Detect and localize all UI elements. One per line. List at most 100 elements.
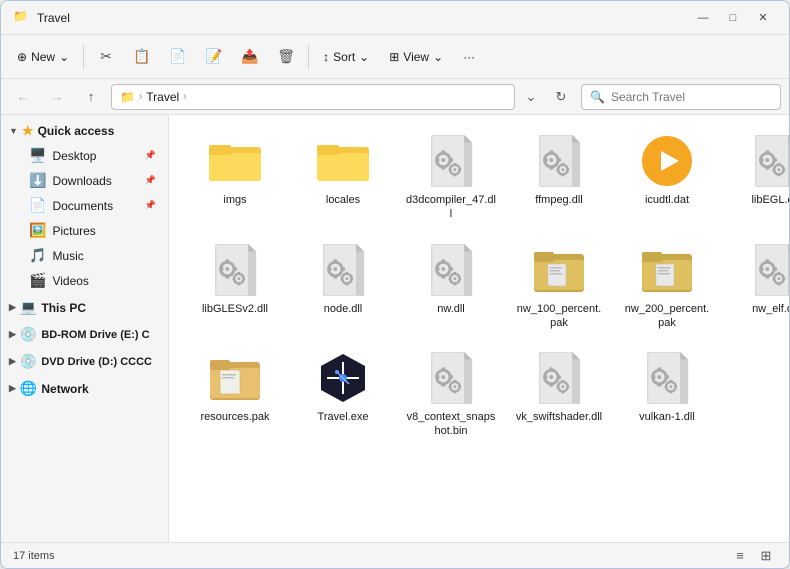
desktop-icon: 🖥️ (29, 147, 46, 164)
file-item-libGLES[interactable]: libGLESv2.dll (185, 236, 285, 337)
up-button[interactable]: ↑ (77, 83, 105, 111)
refresh-button[interactable]: ↻ (547, 83, 575, 111)
file-item-vulkan[interactable]: vulkan-1.dll (617, 344, 717, 445)
bdrom-header[interactable]: ▶ 💿 BD-ROM Drive (E:) C (1, 322, 168, 347)
bdrom-icon: 💿 (20, 326, 37, 343)
rename-button[interactable]: 📝 (198, 41, 230, 73)
file-name-nw200: nw_200_percent.pak (622, 302, 712, 331)
file-icon-node (315, 242, 371, 298)
maximize-button[interactable]: □ (719, 6, 747, 30)
sidebar-section-quick-access: ▼ ★ Quick access 🖥️ Desktop 📌 ⬇️ Downloa… (1, 119, 168, 293)
file-name-d3dcompiler: d3dcompiler_47.dll (406, 193, 496, 222)
address-bar: ← → ↑ 📁 › Travel › ⌄ ↻ 🔍 (1, 79, 789, 115)
window-title: Travel (37, 11, 70, 25)
path-arrow-2: › (183, 91, 186, 102)
network-header[interactable]: ▶ 🌐 Network (1, 376, 168, 401)
file-item-locales[interactable]: locales (293, 127, 393, 228)
file-item-node[interactable]: node.dll (293, 236, 393, 337)
file-item-imgs[interactable]: imgs (185, 127, 285, 228)
quick-access-chevron-icon: ▼ (9, 126, 18, 136)
title-bar: 📁 Travel — □ ✕ (1, 1, 789, 35)
sidebar-item-documents[interactable]: 📄 Documents 📌 (5, 193, 164, 218)
search-icon: 🔍 (590, 90, 605, 104)
sidebar-item-music[interactable]: 🎵 Music (5, 243, 164, 268)
delete-button[interactable]: 🗑 (270, 41, 302, 73)
search-box[interactable]: 🔍 (581, 84, 781, 110)
path-folder-icon: 📁 (120, 90, 135, 104)
sort-icon: ↕ (323, 50, 329, 64)
search-input[interactable] (611, 90, 772, 104)
file-item-travel[interactable]: Travel.exe (293, 344, 393, 445)
documents-icon: 📄 (29, 197, 46, 214)
file-name-imgs: imgs (223, 193, 246, 207)
sidebar-item-videos[interactable]: 🎬 Videos (5, 268, 164, 293)
large-icons-view-button[interactable]: ⊞ (755, 545, 777, 567)
file-icon-nw_elf (747, 242, 789, 298)
share-button[interactable]: 📤 (234, 41, 266, 73)
sidebar-item-desktop[interactable]: 🖥️ Desktop 📌 (5, 143, 164, 168)
sidebar-item-pictures[interactable]: 🖼️ Pictures (5, 218, 164, 243)
sidebar-music-label: Music (52, 249, 156, 263)
sidebar-videos-label: Videos (52, 274, 156, 288)
file-name-travel: Travel.exe (318, 410, 369, 424)
cut-button[interactable]: ✂ (90, 41, 122, 73)
sort-button[interactable]: ↕ Sort ⌄ (315, 41, 377, 73)
network-label: Network (41, 382, 88, 396)
file-item-vkswift[interactable]: vk_swiftshader.dll (509, 344, 609, 445)
new-button[interactable]: ⊕ New ⌄ (9, 41, 77, 73)
sidebar-pictures-label: Pictures (52, 224, 156, 238)
sidebar-section-bdrom: ▶ 💿 BD-ROM Drive (E:) C (1, 322, 168, 347)
copy-button[interactable]: 📋 (126, 41, 158, 73)
details-view-button[interactable]: ≡ (729, 545, 751, 567)
path-arrow-1: › (139, 91, 142, 102)
file-icon-travel (315, 350, 371, 406)
sort-chevron-icon: ⌄ (359, 50, 369, 64)
file-icon-nw100 (531, 242, 587, 298)
main-content: ▼ ★ Quick access 🖥️ Desktop 📌 ⬇️ Downloa… (1, 115, 789, 542)
file-item-nw100[interactable]: nw_100_percent.pak (509, 236, 609, 337)
dvd-header[interactable]: ▶ 💿 DVD Drive (D:) CCCC (1, 349, 168, 374)
more-button[interactable]: ··· (455, 41, 483, 73)
pin-icon-downloads: 📌 (145, 175, 156, 186)
file-name-nw_elf: nw_elf.dll (752, 302, 789, 316)
file-name-v8context: v8_context_snapshot.bin (406, 410, 496, 439)
path-segment-travel[interactable]: Travel (146, 90, 179, 104)
sidebar-section-dvd: ▶ 💿 DVD Drive (D:) CCCC (1, 349, 168, 374)
file-name-vkswift: vk_swiftshader.dll (516, 410, 602, 424)
view-button[interactable]: ⊞ View ⌄ (381, 41, 451, 73)
this-pc-icon: 💻 (20, 299, 37, 316)
close-button[interactable]: ✕ (749, 6, 777, 30)
file-item-nw200[interactable]: nw_200_percent.pak (617, 236, 717, 337)
file-item-nw_elf[interactable]: nw_elf.dll (725, 236, 789, 337)
view-icon: ⊞ (389, 50, 399, 64)
address-dropdown-button[interactable]: ⌄ (521, 84, 541, 110)
file-item-nw[interactable]: nw.dll (401, 236, 501, 337)
file-item-ffmpeg[interactable]: ffmpeg.dll (509, 127, 609, 228)
this-pc-header[interactable]: ▶ 💻 This PC (1, 295, 168, 320)
paste-button[interactable]: 📄 (162, 41, 194, 73)
sidebar-item-downloads[interactable]: ⬇️ Downloads 📌 (5, 168, 164, 193)
music-icon: 🎵 (29, 247, 46, 264)
file-item-resources[interactable]: resources.pak (185, 344, 285, 445)
file-item-libEGL[interactable]: libEGL.dll (725, 127, 789, 228)
back-button[interactable]: ← (9, 83, 37, 111)
view-chevron-icon: ⌄ (433, 50, 443, 64)
file-icon-v8context (423, 350, 479, 406)
minimize-button[interactable]: — (689, 6, 717, 30)
forward-button[interactable]: → (43, 83, 71, 111)
status-bar: 17 items ≡ ⊞ (1, 542, 789, 568)
new-icon: ⊕ (17, 50, 27, 64)
file-name-nw: nw.dll (437, 302, 465, 316)
file-icon-locales (315, 133, 371, 189)
file-icon-d3dcompiler (423, 133, 479, 189)
address-path[interactable]: 📁 › Travel › (111, 84, 515, 110)
quick-access-header[interactable]: ▼ ★ Quick access (1, 119, 168, 143)
file-item-v8context[interactable]: v8_context_snapshot.bin (401, 344, 501, 445)
file-item-d3dcompiler[interactable]: d3dcompiler_47.dll (401, 127, 501, 228)
this-pc-label: This PC (41, 301, 86, 315)
videos-icon: 🎬 (29, 272, 46, 289)
file-name-libGLES: libGLESv2.dll (202, 302, 268, 316)
toolbar-separator-1 (83, 45, 84, 69)
file-item-icudtl[interactable]: icudtl.dat (617, 127, 717, 228)
file-name-icudtl: icudtl.dat (645, 193, 689, 207)
